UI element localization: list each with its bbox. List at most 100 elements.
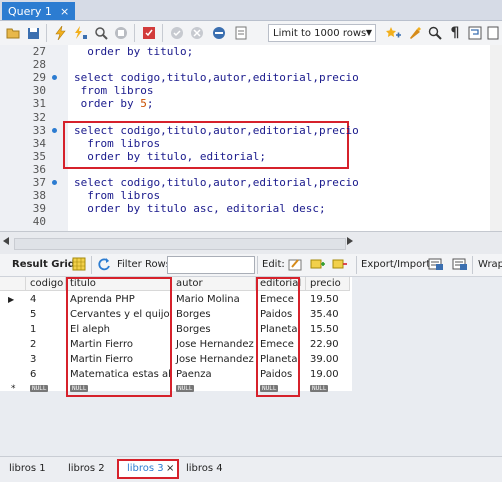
toggle-output-icon[interactable] bbox=[232, 24, 250, 42]
delete-row-icon[interactable] bbox=[332, 257, 348, 271]
limit-rows-label: Limit to 1000 rows bbox=[273, 27, 367, 39]
divider bbox=[472, 256, 473, 274]
code-text: select codigo,titulo,autor,editorial,pre… bbox=[74, 71, 359, 85]
refresh-icon[interactable] bbox=[97, 257, 111, 271]
grid-icon[interactable] bbox=[72, 257, 86, 271]
table-cell-codigo[interactable]: 1 bbox=[28, 322, 66, 337]
tab-libros-1[interactable]: libros 1 bbox=[9, 463, 46, 474]
tab-libros-4[interactable]: libros 4 bbox=[186, 463, 223, 474]
divider bbox=[91, 256, 92, 274]
table-cell-precio[interactable]: 19.50 bbox=[308, 292, 350, 307]
table-cell-precio[interactable]: 39.00 bbox=[308, 352, 350, 367]
filter-rows-input[interactable] bbox=[167, 256, 255, 274]
line-number: 32 bbox=[32, 110, 46, 124]
table-cell-autor[interactable]: Borges bbox=[174, 322, 256, 337]
toggle-autocommit-icon[interactable] bbox=[140, 24, 158, 42]
export-import-label: Export/Import: bbox=[361, 259, 434, 270]
sql-toolbar: Limit to 1000 rows ▼ ¶ bbox=[0, 21, 502, 46]
rollback-icon[interactable] bbox=[188, 24, 206, 42]
limit-rows-select[interactable]: Limit to 1000 rows ▼ bbox=[268, 24, 376, 42]
find-icon[interactable] bbox=[426, 24, 444, 42]
line-number: 37 bbox=[32, 176, 46, 189]
code-number: 5 bbox=[140, 97, 147, 111]
table-cell-precio[interactable]: 22.90 bbox=[308, 337, 350, 352]
table-cell-codigo[interactable]: 2 bbox=[28, 337, 66, 352]
table-cell-autor[interactable]: Borges bbox=[174, 307, 256, 322]
sql-editor[interactable]: 27 order by titulo; 28 29 select codigo,tit… bbox=[0, 45, 502, 231]
execute-current-icon[interactable] bbox=[72, 24, 90, 42]
code-text: order by titulo, editorial; bbox=[74, 149, 267, 163]
line-number: 39 bbox=[32, 202, 46, 216]
import-icon[interactable] bbox=[452, 257, 468, 271]
wrap-lines-icon[interactable] bbox=[466, 24, 484, 42]
divider bbox=[356, 256, 357, 274]
add-row-icon[interactable] bbox=[310, 257, 326, 271]
close-icon[interactable]: × bbox=[166, 463, 174, 474]
table-cell-precio[interactable]: 35.40 bbox=[308, 307, 350, 322]
line-number: 33 bbox=[32, 123, 46, 137]
code-text: from libros bbox=[74, 136, 161, 150]
line-number: 40 bbox=[32, 215, 46, 229]
panel-splitter[interactable] bbox=[0, 231, 502, 254]
expand-arrow-icon[interactable] bbox=[346, 236, 354, 246]
table-cell-precio[interactable]: 15.50 bbox=[308, 322, 350, 337]
new-row-cell[interactable]: NULL bbox=[308, 380, 352, 395]
code-line: order by titulo, editorial; bbox=[74, 150, 266, 163]
tab-query-1[interactable]: Query 1 × bbox=[2, 2, 76, 20]
result-grid-label[interactable]: Result Grid bbox=[12, 259, 75, 270]
beautify-icon[interactable] bbox=[406, 24, 424, 42]
null-badge: NULL bbox=[310, 385, 329, 392]
column-header-precio[interactable]: precio bbox=[306, 277, 350, 291]
table-cell-autor[interactable]: Jose Hernandez bbox=[174, 352, 256, 367]
commit-icon[interactable] bbox=[168, 24, 186, 42]
open-file-icon[interactable] bbox=[4, 24, 22, 42]
column-header-codigo[interactable]: codigo bbox=[26, 277, 66, 291]
tab-libros-2[interactable]: libros 2 bbox=[68, 463, 105, 474]
save-icon[interactable] bbox=[24, 24, 42, 42]
divider bbox=[257, 256, 258, 274]
line-number: 29 bbox=[32, 71, 46, 85]
line-number: 36 bbox=[32, 162, 46, 176]
horizontal-scrollbar[interactable] bbox=[14, 238, 346, 250]
table-cell-codigo[interactable]: 4 bbox=[28, 292, 66, 307]
code-line: order by titulo; bbox=[74, 45, 193, 58]
line-number: 31 bbox=[32, 97, 46, 111]
table-cell-codigo[interactable]: 5 bbox=[28, 307, 66, 322]
execute-icon[interactable] bbox=[52, 24, 70, 42]
edit-label: Edit: bbox=[262, 259, 285, 270]
code-text: order by bbox=[74, 97, 141, 111]
wrap-cell-label[interactable]: Wrap bbox=[478, 259, 502, 270]
query-tab-strip: Query 1 × bbox=[0, 0, 502, 21]
table-cell-autor[interactable]: Mario Molina bbox=[174, 292, 256, 307]
code-text: ; bbox=[146, 97, 154, 111]
code-text: select codigo,titulo,autor,editorial,pre… bbox=[74, 176, 359, 189]
invisible-chars-icon[interactable]: ¶ bbox=[446, 24, 464, 42]
divider bbox=[162, 24, 163, 42]
add-snippet-icon[interactable] bbox=[384, 24, 402, 42]
line-number: 28 bbox=[32, 58, 46, 72]
close-icon[interactable]: × bbox=[60, 5, 69, 18]
line-number: 38 bbox=[32, 189, 46, 203]
line-number: 34 bbox=[32, 136, 46, 150]
tab-libros-3[interactable]: libros 3 bbox=[127, 463, 164, 474]
code-line: order by 5; bbox=[74, 97, 154, 111]
collapse-arrow-icon[interactable] bbox=[2, 236, 10, 246]
code-text: select codigo,titulo,autor,editorial,pre… bbox=[74, 123, 359, 137]
table-cell-codigo[interactable]: 3 bbox=[28, 352, 66, 367]
explain-icon[interactable] bbox=[92, 24, 110, 42]
stop-icon[interactable] bbox=[112, 24, 130, 42]
editor-scrollbar[interactable] bbox=[490, 45, 502, 231]
filter-rows-label: Filter Rows: bbox=[117, 259, 175, 270]
code-text: order by titulo; bbox=[74, 45, 194, 58]
code-line: select codigo,titulo,autor,editorial,pre… bbox=[74, 176, 359, 189]
table-cell-autor[interactable]: Jose Hernandez bbox=[174, 337, 256, 352]
toolbar-more-icon[interactable] bbox=[484, 24, 502, 42]
row-header-corner bbox=[0, 277, 26, 291]
code-text: from libros bbox=[74, 84, 154, 98]
export-icon[interactable] bbox=[428, 257, 444, 271]
column-header-autor[interactable]: autor bbox=[172, 277, 256, 291]
toggle-stop-on-error-icon[interactable] bbox=[210, 24, 228, 42]
edit-row-icon[interactable] bbox=[288, 257, 302, 271]
new-row-cell[interactable]: NULL bbox=[28, 380, 68, 395]
new-row-cell[interactable]: NULL bbox=[174, 380, 258, 395]
